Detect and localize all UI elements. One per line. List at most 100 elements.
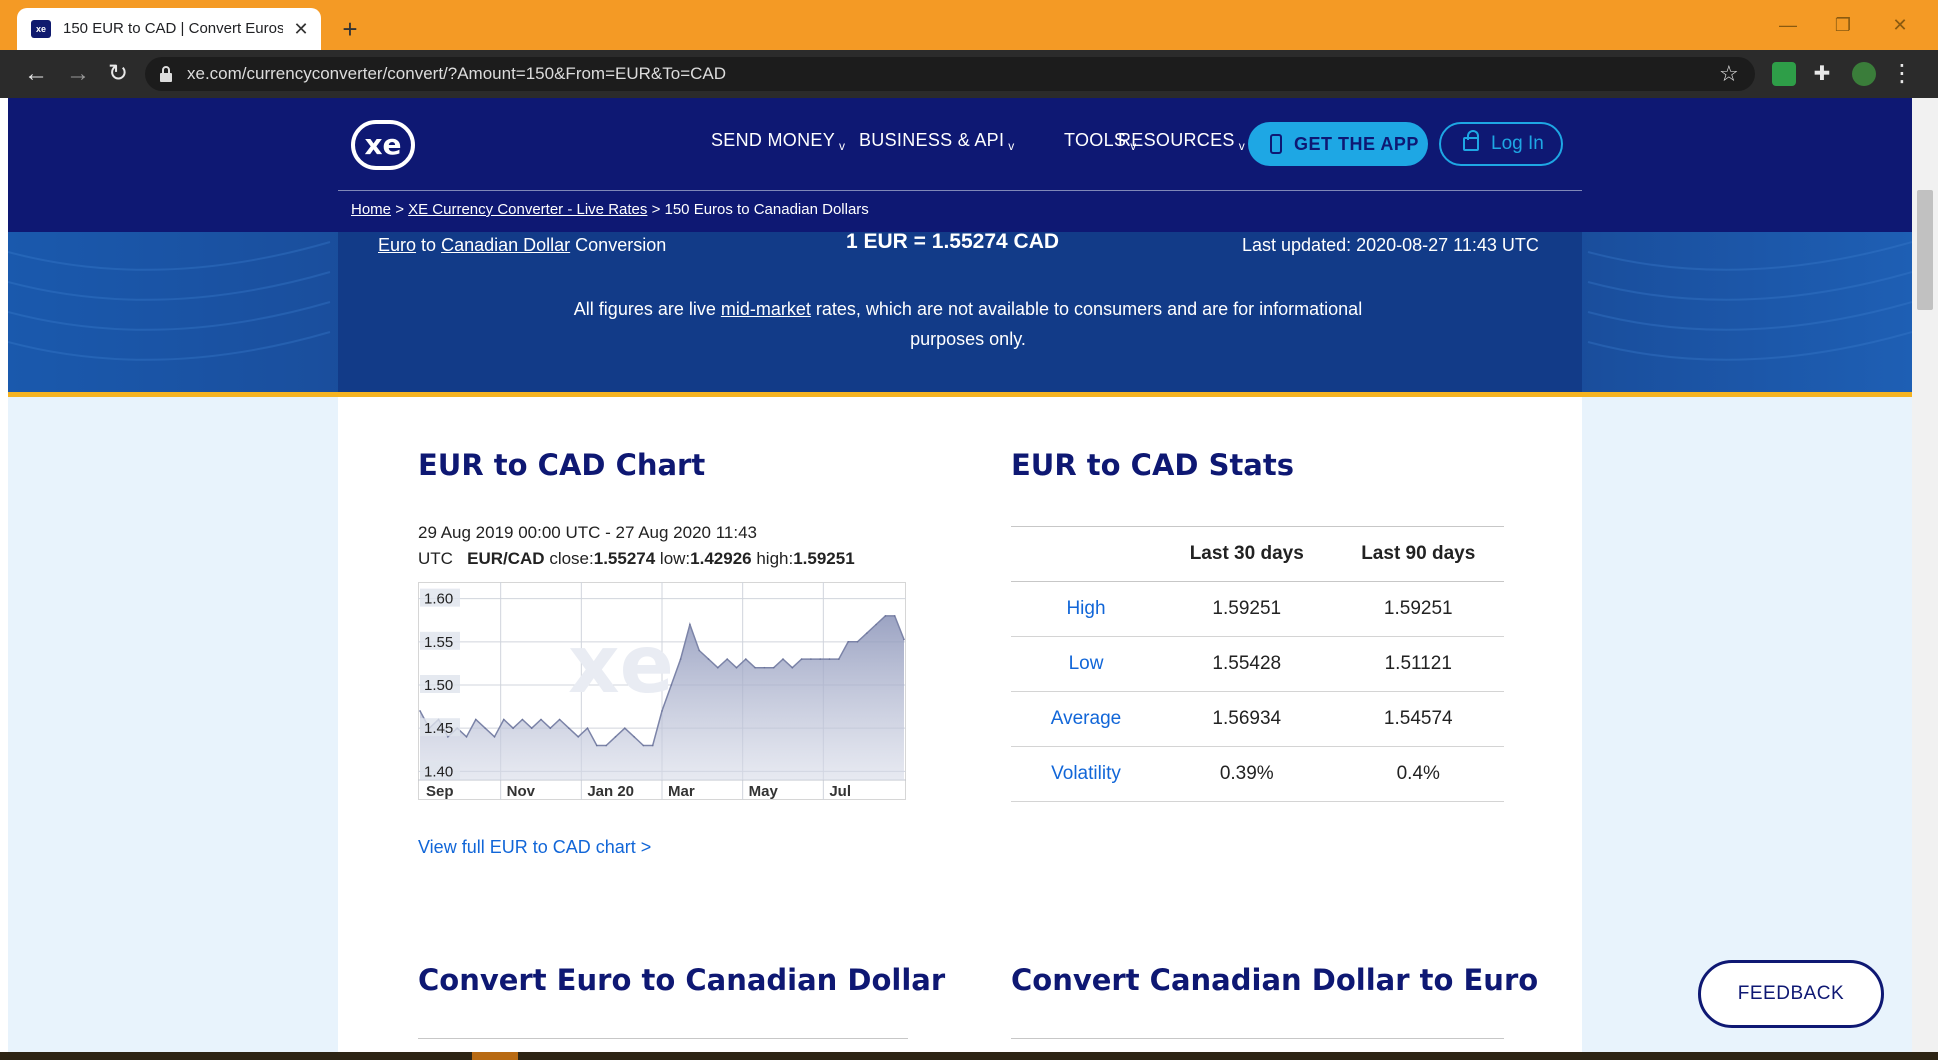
- stats-heading: EUR to CAD Stats: [1011, 448, 1295, 482]
- tab-close-icon[interactable]: ✕: [289, 17, 313, 41]
- row-label-average[interactable]: Average: [1011, 691, 1161, 747]
- to-currency-link[interactable]: Canadian Dollar: [441, 235, 570, 255]
- data-point: [530, 727, 533, 729]
- breadcrumb-converter[interactable]: XE Currency Converter - Live Rates: [408, 201, 647, 218]
- y-tick-label: 1.40: [424, 763, 453, 780]
- cell-value: 0.4%: [1332, 746, 1504, 802]
- data-point: [624, 727, 626, 729]
- chevron-down-icon: v: [1238, 139, 1246, 153]
- data-point: [735, 666, 738, 669]
- table-row: High 1.59251 1.59251: [1011, 581, 1504, 637]
- scrollbar-thumb[interactable]: [1917, 190, 1933, 310]
- breadcrumb: Home > XE Currency Converter - Live Rate…: [351, 198, 869, 222]
- stats-col-blank: [1011, 526, 1161, 582]
- row-label-low[interactable]: Low: [1011, 636, 1161, 692]
- taskbar-strip: [0, 1052, 1938, 1060]
- data-point: [875, 623, 877, 626]
- xe-favicon-icon: xe: [31, 20, 51, 38]
- y-tick-label: 1.60: [424, 591, 453, 608]
- login-label: Log In: [1491, 133, 1544, 154]
- data-point: [903, 638, 905, 641]
- login-button[interactable]: Log In: [1439, 122, 1563, 166]
- browser-tab[interactable]: xe 150 EUR to CAD | Convert Euros t ✕: [17, 8, 321, 50]
- breadcrumb-separator: >: [395, 201, 404, 218]
- new-tab-button[interactable]: +: [335, 14, 365, 44]
- bookmark-star-icon[interactable]: ☆: [1719, 57, 1739, 91]
- header-divider: [338, 190, 1582, 191]
- data-point: [679, 658, 682, 660]
- data-point: [540, 718, 542, 721]
- breadcrumb-current: 150 Euros to Canadian Dollars: [664, 201, 869, 218]
- get-the-app-button[interactable]: GET THE APP: [1248, 122, 1428, 166]
- minimize-button[interactable]: —: [1768, 10, 1808, 40]
- forward-button[interactable]: →: [60, 56, 96, 92]
- profile-icon[interactable]: [1852, 62, 1876, 86]
- y-tick-label: 1.55: [424, 634, 453, 651]
- nav-label: SEND MONEY: [711, 130, 836, 150]
- low-label: low:: [659, 549, 691, 568]
- data-point: [661, 710, 663, 712]
- y-tick-label: 1.50: [424, 677, 453, 694]
- nav-business-api[interactable]: BUSINESS & API v: [859, 130, 1015, 154]
- nav-send-money[interactable]: SEND MONEY v: [711, 130, 845, 154]
- x-tick-label: Sep: [426, 783, 454, 800]
- table-row: Volatility 0.39% 0.4%: [1011, 746, 1504, 802]
- rate-chart-svg: xe 1.60 1.55 1.50 1.45 1.40 Sep Nov Jan 20 Mar M…: [418, 582, 906, 800]
- phone-icon: [1270, 134, 1282, 154]
- section-divider: [418, 1038, 908, 1039]
- x-tick-label: Mar: [668, 783, 695, 800]
- note-prefix: All figures are live: [573, 299, 716, 319]
- chart-utc: UTC: [418, 549, 453, 568]
- url-text[interactable]: xe.com/currencyconverter/convert/?Amount…: [187, 57, 726, 91]
- view-full-chart-link[interactable]: View full EUR to CAD chart >: [418, 835, 651, 859]
- table-row: Low 1.55428 1.51121: [1011, 636, 1504, 692]
- x-tick-label: May: [749, 783, 779, 800]
- puzzle-icon[interactable]: ✚: [1810, 62, 1834, 86]
- from-currency-link[interactable]: Euro: [378, 235, 416, 255]
- data-point: [586, 727, 589, 729]
- data-point: [689, 623, 691, 626]
- taskbar-accent: [472, 1052, 518, 1060]
- data-point: [838, 658, 840, 660]
- data-point: [614, 736, 617, 738]
- data-point: [866, 632, 868, 634]
- back-button[interactable]: ←: [18, 56, 54, 92]
- cell-value: 1.55428: [1161, 636, 1333, 692]
- data-point: [642, 744, 645, 747]
- restore-button[interactable]: ❐: [1823, 10, 1863, 40]
- reload-button[interactable]: ↻: [100, 56, 136, 92]
- data-point: [605, 744, 607, 747]
- get-app-label: GET THE APP: [1294, 134, 1419, 154]
- address-bar[interactable]: xe.com/currencyconverter/convert/?Amount…: [145, 57, 1755, 91]
- menu-icon[interactable]: ⋮: [1890, 56, 1914, 92]
- padlock-icon: [1463, 130, 1479, 151]
- data-point: [493, 736, 496, 738]
- hero-band: Euro to Canadian Dollar Conversion 1 EUR…: [8, 230, 1912, 392]
- data-point: [717, 666, 719, 669]
- tab-title: 150 EUR to CAD | Convert Euros t: [63, 20, 283, 37]
- stats-header-row: Last 30 days Last 90 days: [1011, 526, 1504, 582]
- data-point: [782, 658, 784, 660]
- row-label-volatility[interactable]: Volatility: [1011, 746, 1161, 802]
- x-tick-label: Nov: [507, 783, 536, 800]
- xe-logo[interactable]: xe: [351, 120, 415, 170]
- nav-label: TOOLS: [1064, 130, 1127, 150]
- close-window-button[interactable]: ✕: [1880, 10, 1920, 40]
- data-point: [754, 666, 756, 669]
- page-scrollbar[interactable]: [1912, 98, 1938, 1060]
- data-point: [484, 727, 486, 729]
- data-point: [549, 727, 552, 729]
- nav-resources[interactable]: RESOURCES v: [1118, 130, 1245, 154]
- to-word: to: [421, 235, 437, 255]
- y-tick-label: 1.45: [424, 720, 453, 737]
- row-label-high[interactable]: High: [1011, 581, 1161, 637]
- shield-extension-icon[interactable]: [1772, 62, 1796, 86]
- x-tick-label: Jul: [829, 783, 851, 800]
- feedback-button[interactable]: FEEDBACK: [1698, 960, 1884, 1028]
- data-point: [847, 641, 849, 643]
- rate-chart[interactable]: xe 1.60 1.55 1.50 1.45 1.40 Sep Nov Jan 20 Mar M…: [418, 582, 906, 800]
- breadcrumb-home[interactable]: Home: [351, 201, 391, 218]
- mid-market-link[interactable]: mid-market: [721, 299, 811, 319]
- chevron-down-icon: v: [1008, 139, 1015, 153]
- data-point: [670, 684, 673, 686]
